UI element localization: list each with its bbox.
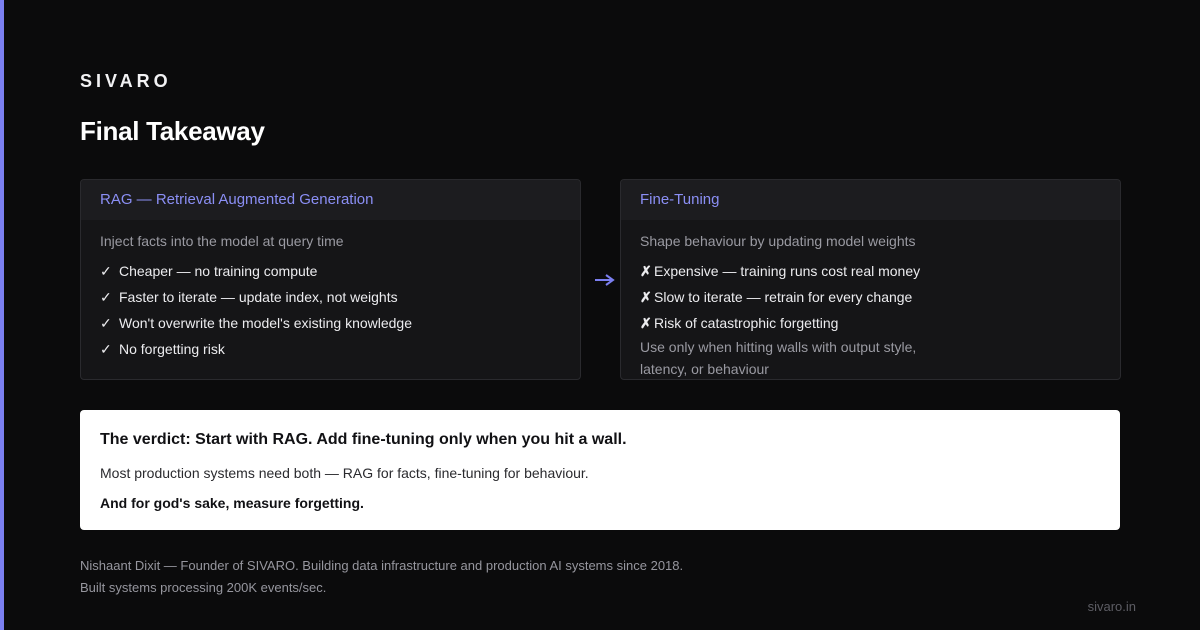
verdict-box: The verdict: Start with RAG. Add fine-tu… xyxy=(80,410,1120,530)
cross-icon: ✗ xyxy=(640,289,652,305)
cross-icon: ✗ xyxy=(640,263,652,279)
note-line: latency, or behaviour xyxy=(640,361,769,377)
check-icon: ✓ xyxy=(100,289,112,305)
rag-card: RAG — Retrieval Augmented Generation Inj… xyxy=(80,179,581,380)
arrow-right-icon xyxy=(595,274,615,286)
rag-card-body: Inject facts into the model at query tim… xyxy=(81,220,580,362)
site-url: sivaro.in xyxy=(1087,599,1136,614)
list-item-text: Risk of catastrophic forgetting xyxy=(654,315,839,331)
check-icon: ✓ xyxy=(100,263,112,279)
finetune-card-title: Fine-Tuning xyxy=(640,191,720,208)
slide: SIVARO Final Takeaway RAG — Retrieval Au… xyxy=(0,0,1200,630)
list-item: ✗ Expensive — training runs cost real mo… xyxy=(640,258,1101,284)
list-item-text: Expensive — training runs cost real mone… xyxy=(654,263,921,279)
list-item: ✓ Faster to iterate — update index, not … xyxy=(100,284,561,310)
verdict-title: The verdict: Start with RAG. Add fine-tu… xyxy=(100,431,627,448)
check-icon: ✓ xyxy=(100,315,112,331)
list-item: ✓ Won't overwrite the model's existing k… xyxy=(100,310,561,336)
list-item: ✓ Cheaper — no training compute xyxy=(100,258,561,284)
rag-card-title: RAG — Retrieval Augmented Generation xyxy=(100,191,374,208)
page-title: Final Takeaway xyxy=(80,116,265,146)
list-item-text: Won't overwrite the model's existing kno… xyxy=(119,315,413,331)
rag-card-subtitle: Inject facts into the model at query tim… xyxy=(100,233,344,249)
list-item: ✓ No forgetting risk xyxy=(100,336,561,362)
footer-line: Nishaant Dixit — Founder of SIVARO. Buil… xyxy=(80,558,684,573)
list-item: ✗ Slow to iterate — retrain for every ch… xyxy=(640,284,1101,310)
finetune-card-note: Use only when hitting walls with output … xyxy=(640,336,1101,379)
list-item-text: Slow to iterate — retrain for every chan… xyxy=(654,289,913,305)
verdict-text: Most production systems need both — RAG … xyxy=(100,465,589,481)
note-line: Use only when hitting walls with output … xyxy=(640,339,917,355)
finetune-card-body: Shape behaviour by updating model weight… xyxy=(621,220,1120,379)
brand-logo: SIVARO xyxy=(80,71,172,91)
list-item: ✗ Risk of catastrophic forgetting xyxy=(640,310,1101,336)
list-item-text: Cheaper — no training compute xyxy=(119,263,318,279)
verdict-emphasis: And for god's sake, measure forgetting. xyxy=(100,495,364,511)
footer-bio: Nishaant Dixit — Founder of SIVARO. Buil… xyxy=(80,555,683,599)
check-icon: ✓ xyxy=(100,341,112,357)
footer-line: Built systems processing 200K events/sec… xyxy=(80,580,327,595)
accent-bar xyxy=(0,0,4,630)
cross-icon: ✗ xyxy=(640,315,652,331)
rag-card-header: RAG — Retrieval Augmented Generation xyxy=(81,180,580,220)
finetune-card-subtitle: Shape behaviour by updating model weight… xyxy=(640,233,916,249)
finetune-card-header: Fine-Tuning xyxy=(621,180,1120,220)
list-item-text: Faster to iterate — update index, not we… xyxy=(119,289,398,305)
finetune-card: Fine-Tuning Shape behaviour by updating … xyxy=(620,179,1121,380)
list-item-text: No forgetting risk xyxy=(119,341,225,357)
